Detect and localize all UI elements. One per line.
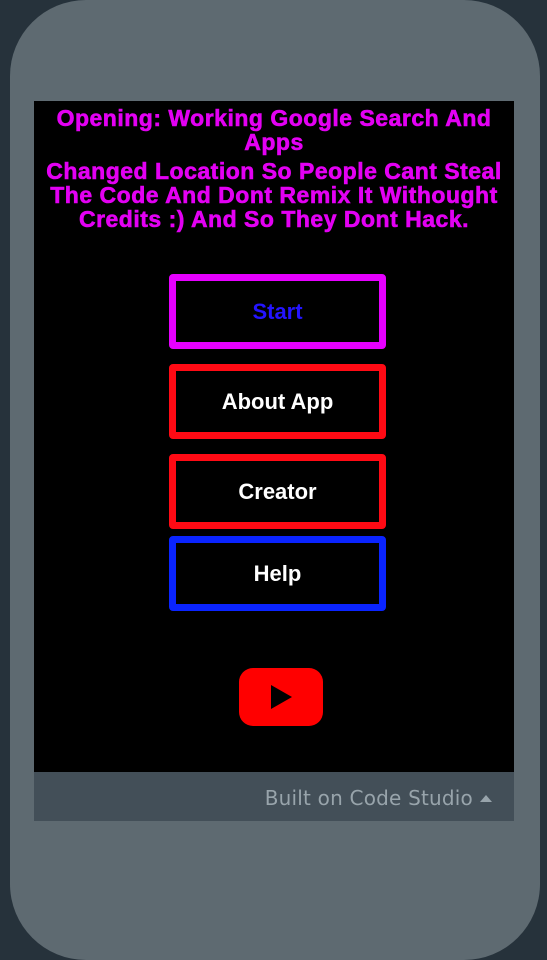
opening-heading: Opening: Working Google Search And Apps: [56, 105, 492, 155]
notice-text: Changed Location So People Cant Steal Th…: [46, 158, 502, 232]
built-on-code-studio-link[interactable]: Built on Code Studio: [265, 786, 492, 810]
about-app-button[interactable]: About App: [169, 364, 386, 439]
app-screen: Opening: Working Google Search And Apps …: [34, 101, 514, 772]
youtube-button[interactable]: [239, 668, 323, 726]
youtube-play-icon: [271, 685, 292, 709]
creator-button[interactable]: Creator: [169, 454, 386, 529]
footer-bar: Built on Code Studio: [34, 772, 514, 821]
help-button[interactable]: Help: [169, 536, 386, 611]
footer-label: Built on Code Studio: [264, 786, 473, 810]
caret-up-icon: [480, 795, 492, 802]
start-button[interactable]: Start: [169, 274, 386, 349]
